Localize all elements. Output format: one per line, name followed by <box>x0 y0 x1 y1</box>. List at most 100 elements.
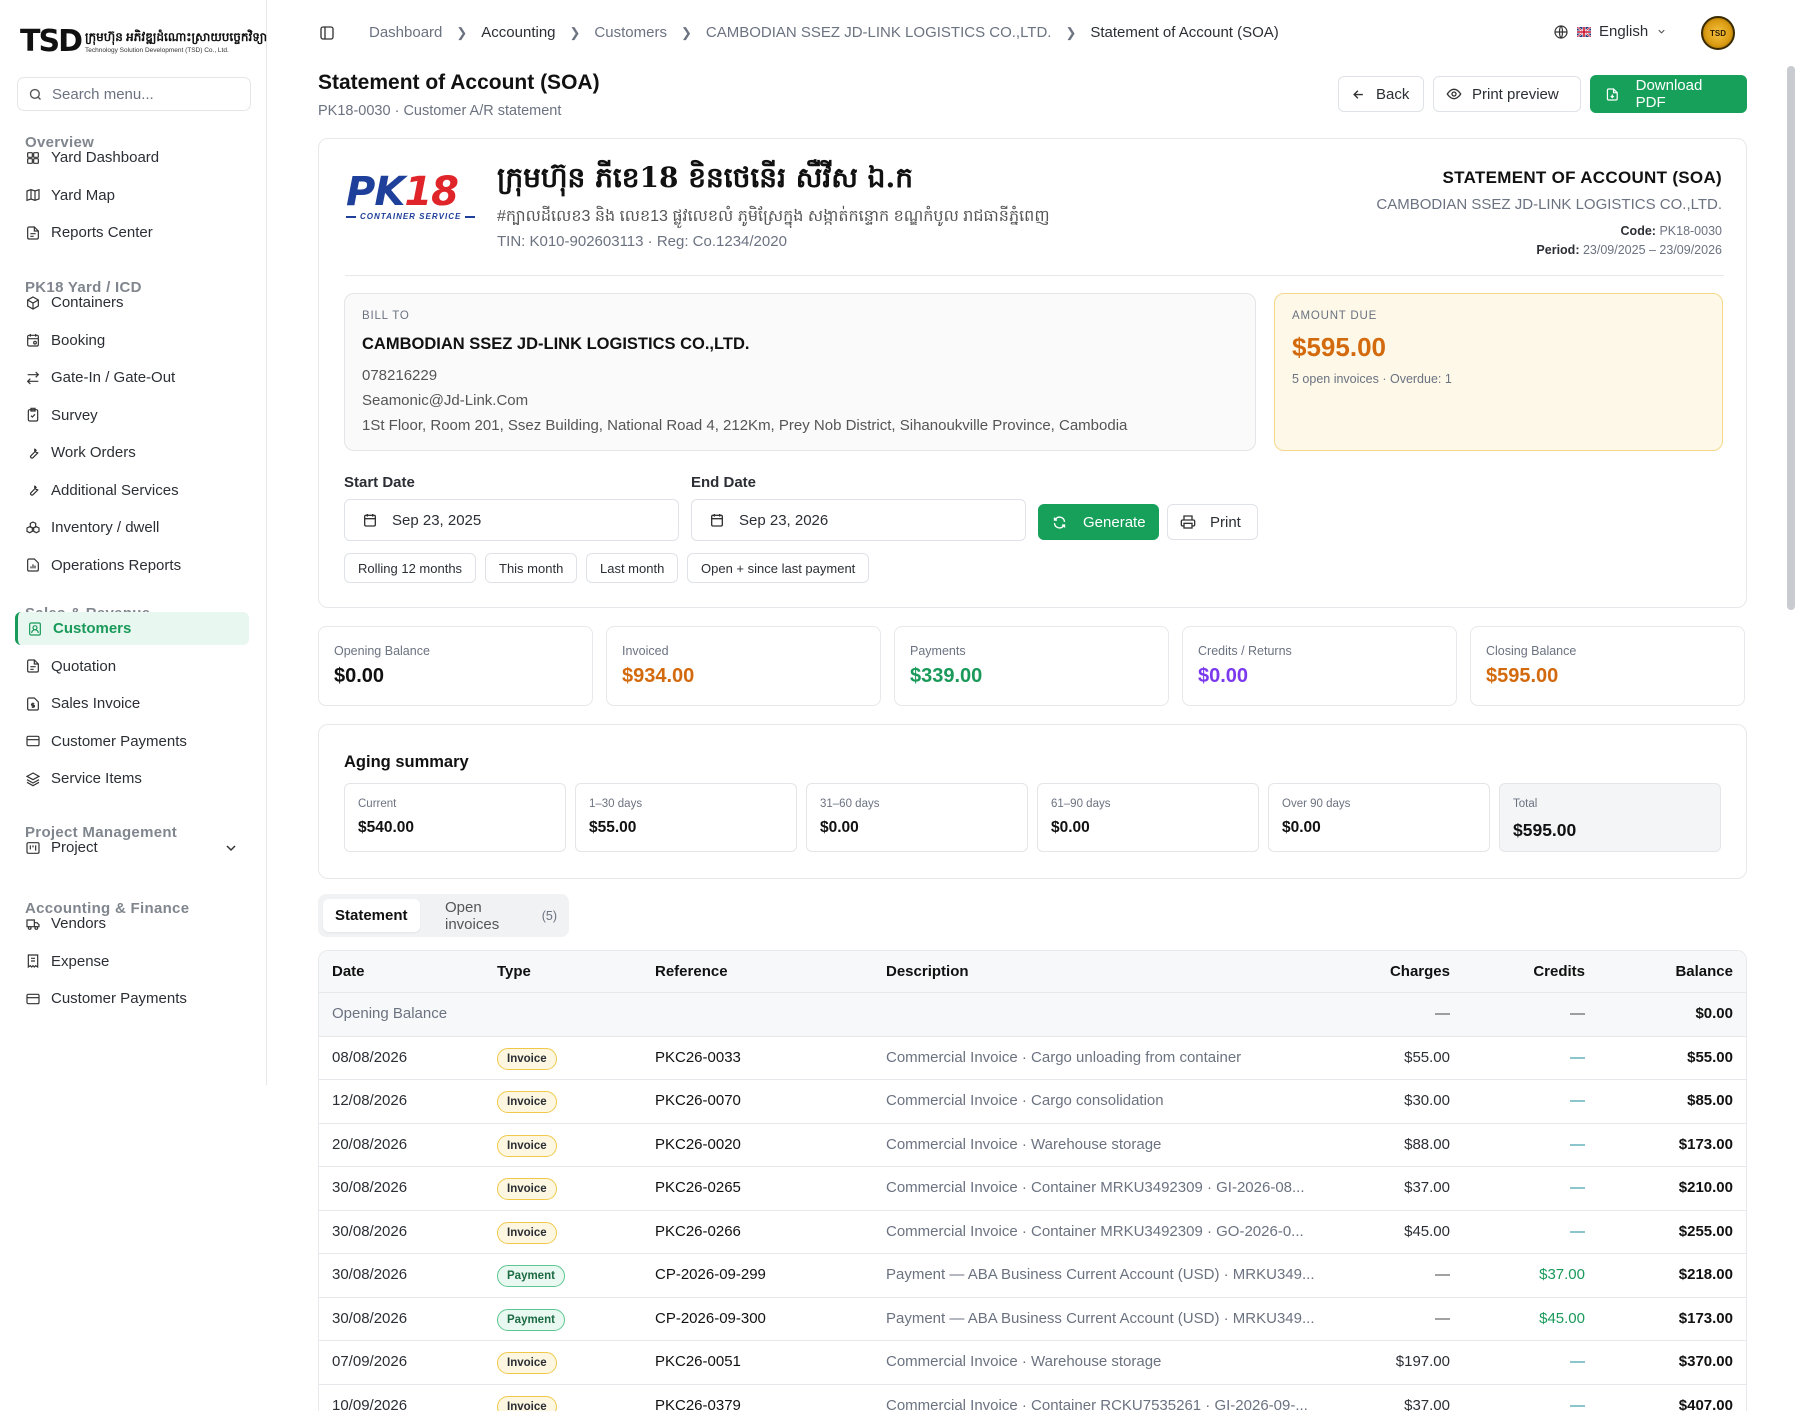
col-charges[interactable]: Charges <box>1390 963 1450 980</box>
logo-line2: Technology Solution Development (TSD) Co… <box>84 47 229 54</box>
search-input[interactable] <box>52 85 242 103</box>
sidebar-item-yard-dashboard[interactable]: Yard Dashboard <box>15 141 249 174</box>
table-row[interactable]: 20/08/2026 Invoice PKC26-0020 Commercial… <box>319 1123 1746 1167</box>
sidebar-item-additional-services[interactable]: Additional Services <box>15 474 249 507</box>
print-preview-label: Print preview <box>1472 85 1559 103</box>
col-reference[interactable]: Reference <box>655 963 728 980</box>
sidebar-item-customer-payments[interactable]: Customer Payments <box>15 725 249 758</box>
dollar-file-icon <box>27 696 39 711</box>
cell-balance: $407.00 <box>1678 1396 1733 1411</box>
sidebar-item-label: Customers <box>53 620 132 637</box>
cell-credits: — <box>1570 1135 1585 1153</box>
sidebar: TSD ក្រុមហ៊ុន អភិវឌ្ឍដំណោះស្រាយបច្ចេកវិទ… <box>0 0 267 1085</box>
col-type[interactable]: Type <box>497 963 531 980</box>
tab-open-invoices[interactable]: Open invoices (5) <box>433 899 569 933</box>
sidebar-item-project[interactable]: Project <box>15 831 249 864</box>
cell-reference[interactable]: PKC26-0070 <box>655 1092 741 1109</box>
cell-reference[interactable]: PKC26-0020 <box>655 1136 741 1153</box>
sidebar-toggle-icon[interactable] <box>319 25 335 41</box>
cell-charges: $37.00 <box>1404 1396 1450 1411</box>
sidebar-item-vendors[interactable]: Vendors <box>15 907 249 940</box>
summary-label: Payments <box>910 644 966 658</box>
sidebar-item-expense[interactable]: Expense <box>15 945 249 978</box>
sidebar-item-booking[interactable]: Booking <box>15 324 249 357</box>
cell-credits: — <box>1570 1048 1585 1066</box>
type-badge: Invoice <box>497 1221 557 1244</box>
cell-reference[interactable]: PKC26-0265 <box>655 1179 741 1196</box>
breadcrumb-dashboard[interactable]: Dashboard <box>369 24 442 41</box>
chevron-down-icon[interactable] <box>223 840 239 856</box>
sidebar-item-gate-in-gate-out[interactable]: Gate-In / Gate-Out <box>15 361 249 394</box>
soa-customer: CAMBODIAN SSEZ JD-LINK LOGISTICS CO.,LTD… <box>1376 196 1722 213</box>
breadcrumb-accounting[interactable]: Accounting <box>481 24 555 41</box>
sidebar-item-operations-reports[interactable]: Operations Reports <box>15 549 249 582</box>
print-button[interactable]: Print <box>1167 504 1258 540</box>
sidebar-item-reports-center[interactable]: Reports Center <box>15 216 249 249</box>
sidebar-item-yard-map[interactable]: Yard Map <box>15 179 249 212</box>
table-row[interactable]: 30/08/2026 Payment CP-2026-09-299 Paymen… <box>319 1254 1746 1298</box>
aging-bucket: Current $540.00 <box>344 783 566 852</box>
type-badge: Invoice <box>497 1352 557 1374</box>
col-balance[interactable]: Balance <box>1675 963 1733 980</box>
generate-button[interactable]: Generate <box>1038 504 1159 540</box>
cell-reference[interactable]: PKC26-0266 <box>655 1223 741 1240</box>
layers-icon <box>25 771 41 786</box>
logo-rule <box>465 215 476 218</box>
page-subtitle: PK18-0030 · Customer A/R statement <box>318 103 562 119</box>
print-preview-button[interactable]: Print preview <box>1433 76 1581 112</box>
preset-last-month[interactable]: Last month <box>586 553 679 583</box>
table-row[interactable]: 10/09/2026 Invoice PKC26-0379 Commercial… <box>319 1384 1746 1411</box>
cell-reference[interactable]: PKC26-0051 <box>655 1353 741 1370</box>
cell-reference[interactable]: CP-2026-09-299 <box>655 1266 766 1283</box>
end-date-field[interactable]: Sep 23, 2026 <box>691 499 1026 541</box>
summary-label: Credits / Returns <box>1198 644 1292 658</box>
table-row[interactable]: 12/08/2026 Invoice PKC26-0070 Commercial… <box>319 1080 1746 1124</box>
preset-open-since-last-payment[interactable]: Open + since last payment <box>687 553 870 583</box>
table-row[interactable]: 30/08/2026 Payment CP-2026-09-300 Paymen… <box>319 1297 1746 1341</box>
app-logo[interactable]: TSD ក្រុមហ៊ុន អភិវឌ្ឍដំណោះស្រាយបច្ចេកវិទ… <box>20 24 267 59</box>
cell-reference[interactable]: CP-2026-09-300 <box>655 1310 766 1327</box>
language-selector[interactable]: English <box>1553 23 1667 40</box>
logo-sub: CONTAINER SERVICE <box>360 212 462 221</box>
sidebar-item-label: Quotation <box>51 657 117 675</box>
type-badge: Invoice <box>497 1178 557 1200</box>
sidebar-item-work-orders[interactable]: Work Orders <box>15 436 249 469</box>
avatar[interactable]: TSD <box>1701 16 1735 50</box>
sidebar-item-customers[interactable]: Customers <box>15 612 249 645</box>
sidebar-item-inventory-dwell[interactable]: Inventory / dwell <box>15 511 249 544</box>
bill-to-email: Seamonic@Jd-Link.Com <box>362 392 529 409</box>
col-description[interactable]: Description <box>886 963 969 980</box>
sidebar-item-label: Booking <box>51 331 106 349</box>
sidebar-item-containers[interactable]: Containers <box>15 286 249 319</box>
type-badge: Invoice <box>497 1134 557 1157</box>
print-label: Print <box>1210 513 1241 531</box>
breadcrumb-customer[interactable]: CAMBODIAN SSEZ JD-LINK LOGISTICS CO.,LTD… <box>706 24 1052 41</box>
col-credits[interactable]: Credits <box>1533 963 1585 980</box>
table-row[interactable]: 08/08/2026 Invoice PKC26-0033 Commercial… <box>319 1036 1746 1080</box>
sidebar-item-sales-invoice[interactable]: Sales Invoice <box>15 687 249 720</box>
tab-statement[interactable]: Statement <box>323 899 420 932</box>
table-row[interactable]: 07/09/2026 Invoice PKC26-0051 Commercial… <box>319 1341 1746 1385</box>
table-row[interactable]: 30/08/2026 Invoice PKC26-0266 Commercial… <box>319 1210 1746 1254</box>
preset-rolling-12-months[interactable]: Rolling 12 months <box>344 553 477 583</box>
sidebar-item-quotation[interactable]: Quotation <box>15 650 249 683</box>
cell-reference[interactable]: PKC26-0033 <box>655 1049 741 1066</box>
sidebar-item-survey[interactable]: Survey <box>15 399 249 432</box>
preset-this-month[interactable]: This month <box>485 553 578 583</box>
sidebar-item-service-items[interactable]: Service Items <box>15 762 249 795</box>
page-title: Statement of Account (SOA) <box>318 71 600 94</box>
back-button[interactable]: Back <box>1338 76 1424 112</box>
start-date-field[interactable]: Sep 23, 2025 <box>344 499 679 541</box>
page-scrollbar[interactable] <box>1787 66 1795 610</box>
search-icon <box>29 88 41 100</box>
bill-to-address: 1St Floor, Room 201, Ssez Building, Nati… <box>362 417 1128 434</box>
download-pdf-button[interactable]: Download PDF <box>1590 75 1747 113</box>
bill-to-panel: BILL TO CAMBODIAN SSEZ JD-LINK LOGISTICS… <box>344 293 1256 451</box>
cell-reference[interactable]: PKC26-0379 <box>655 1397 741 1411</box>
breadcrumb-customers[interactable]: Customers <box>594 24 667 41</box>
sidebar-item-customer-payments[interactable]: Customer Payments <box>15 982 249 1015</box>
cell-credits: — <box>1570 1396 1585 1411</box>
col-date[interactable]: Date <box>332 963 365 980</box>
aging-bucket: Total $595.00 <box>1499 783 1721 852</box>
table-row[interactable]: 30/08/2026 Invoice PKC26-0265 Commercial… <box>319 1167 1746 1211</box>
